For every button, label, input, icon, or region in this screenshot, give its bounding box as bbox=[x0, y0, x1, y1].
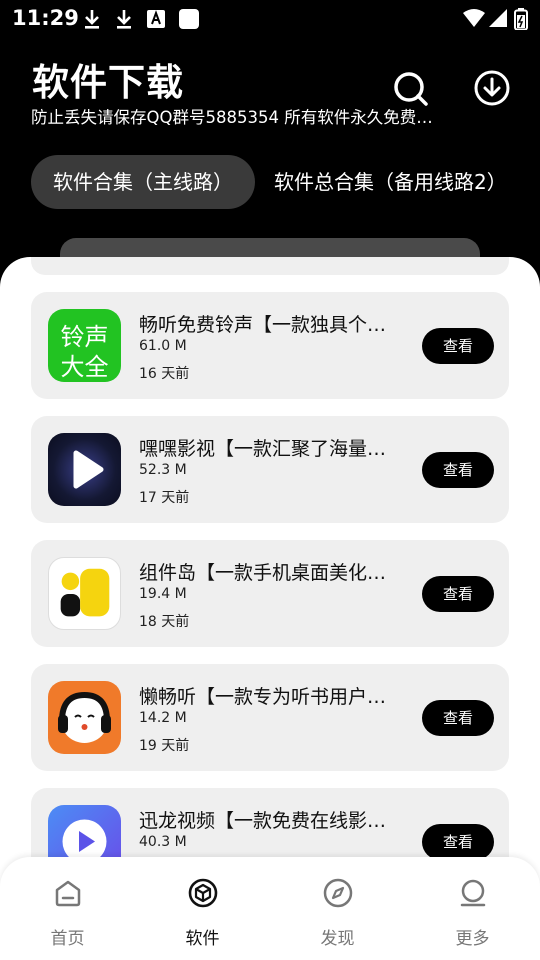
tab-main-line[interactable]: 软件合集（主线路） bbox=[31, 155, 255, 209]
download-icon[interactable] bbox=[473, 69, 511, 107]
profile-icon bbox=[460, 879, 485, 907]
app-list-sheet[interactable]: 铃声 大全 畅听免费铃声【一款独具个… 61.0 M 16 天前 查看 嘿嘿影视… bbox=[0, 257, 540, 960]
list-item[interactable]: 懒畅听【一款专为听书用户… 14.2 M 19 天前 查看 bbox=[31, 664, 509, 771]
app-time: 19 天前 bbox=[139, 738, 190, 754]
nav-item-more[interactable]: 更多 bbox=[405, 857, 540, 960]
tab-backup-line[interactable]: 软件总合集（备用线路2） bbox=[274, 155, 507, 209]
status-bar: 11:29 bbox=[0, 0, 540, 36]
app-size: 14.2 M bbox=[139, 710, 187, 726]
app-notification-icon bbox=[179, 9, 199, 29]
signal-icon bbox=[489, 9, 507, 27]
list-item[interactable]: 嘿嘿影视【一款汇聚了海量… 52.3 M 17 天前 查看 bbox=[31, 416, 509, 523]
app-title: 懒畅听【一款专为听书用户… bbox=[139, 686, 387, 708]
view-button[interactable]: 查看 bbox=[422, 452, 494, 488]
view-button[interactable]: 查看 bbox=[422, 328, 494, 364]
list-item[interactable]: 组件岛【一款手机桌面美化… 19.4 M 18 天前 查看 bbox=[31, 540, 509, 647]
view-button[interactable]: 查看 bbox=[422, 700, 494, 736]
page-subtitle: 防止丢失请保存QQ群号5885354 所有软件永久免费… bbox=[31, 108, 433, 127]
nav-item-software[interactable]: 软件 bbox=[135, 857, 270, 960]
page-title: 软件下载 bbox=[32, 61, 184, 104]
app-size: 52.3 M bbox=[139, 462, 187, 478]
app-time: 18 天前 bbox=[139, 614, 190, 630]
status-time: 11:29 bbox=[12, 6, 79, 30]
app-title: 组件岛【一款手机桌面美化… bbox=[139, 562, 387, 584]
app-size: 61.0 M bbox=[139, 338, 187, 354]
widget-shapes-icon bbox=[60, 568, 110, 617]
app-size: 19.4 M bbox=[139, 586, 187, 602]
app-title: 迅龙视频【一款免费在线影… bbox=[139, 810, 387, 832]
play-video-icon bbox=[48, 433, 121, 506]
download-notification-icon-2 bbox=[117, 10, 131, 29]
play-icon bbox=[73, 450, 104, 489]
nav-label: 更多 bbox=[455, 929, 490, 949]
ringtone-icon: 铃声 大全 bbox=[48, 309, 121, 382]
keyboard-notification-icon bbox=[147, 10, 165, 28]
headphone-face-icon bbox=[58, 691, 111, 743]
app-size: 40.3 M bbox=[139, 834, 187, 850]
wifi-icon bbox=[463, 9, 485, 27]
nav-label: 首页 bbox=[50, 929, 85, 949]
bottom-nav: 首页 软件 发现 更多 bbox=[0, 857, 540, 960]
nav-item-home[interactable]: 首页 bbox=[0, 857, 135, 960]
ringtone-icon-text-2: 大全 bbox=[60, 353, 109, 381]
app-time: 16 天前 bbox=[139, 366, 190, 382]
home-icon bbox=[55, 880, 80, 907]
nav-label: 发现 bbox=[320, 929, 355, 949]
search-icon[interactable] bbox=[392, 70, 430, 108]
nav-item-discover[interactable]: 发现 bbox=[270, 857, 405, 960]
list-item[interactable]: 铃声 大全 畅听免费铃声【一款独具个… 61.0 M 16 天前 查看 bbox=[31, 292, 509, 399]
nav-label: 软件 bbox=[185, 929, 220, 949]
widget-island-icon bbox=[48, 557, 121, 630]
list-item-partial bbox=[31, 257, 509, 275]
headphones-icon bbox=[48, 681, 121, 754]
compass-icon bbox=[323, 878, 352, 908]
app-title: 嘿嘿影视【一款汇聚了海量… bbox=[139, 438, 387, 460]
download-notification-icon bbox=[85, 10, 99, 29]
view-button[interactable]: 查看 bbox=[422, 576, 494, 612]
app-title: 畅听免费铃声【一款独具个… bbox=[139, 314, 387, 336]
view-button[interactable]: 查看 bbox=[422, 824, 494, 860]
battery-icon bbox=[514, 8, 528, 30]
cube-icon bbox=[188, 878, 217, 908]
app-time: 17 天前 bbox=[139, 490, 190, 506]
